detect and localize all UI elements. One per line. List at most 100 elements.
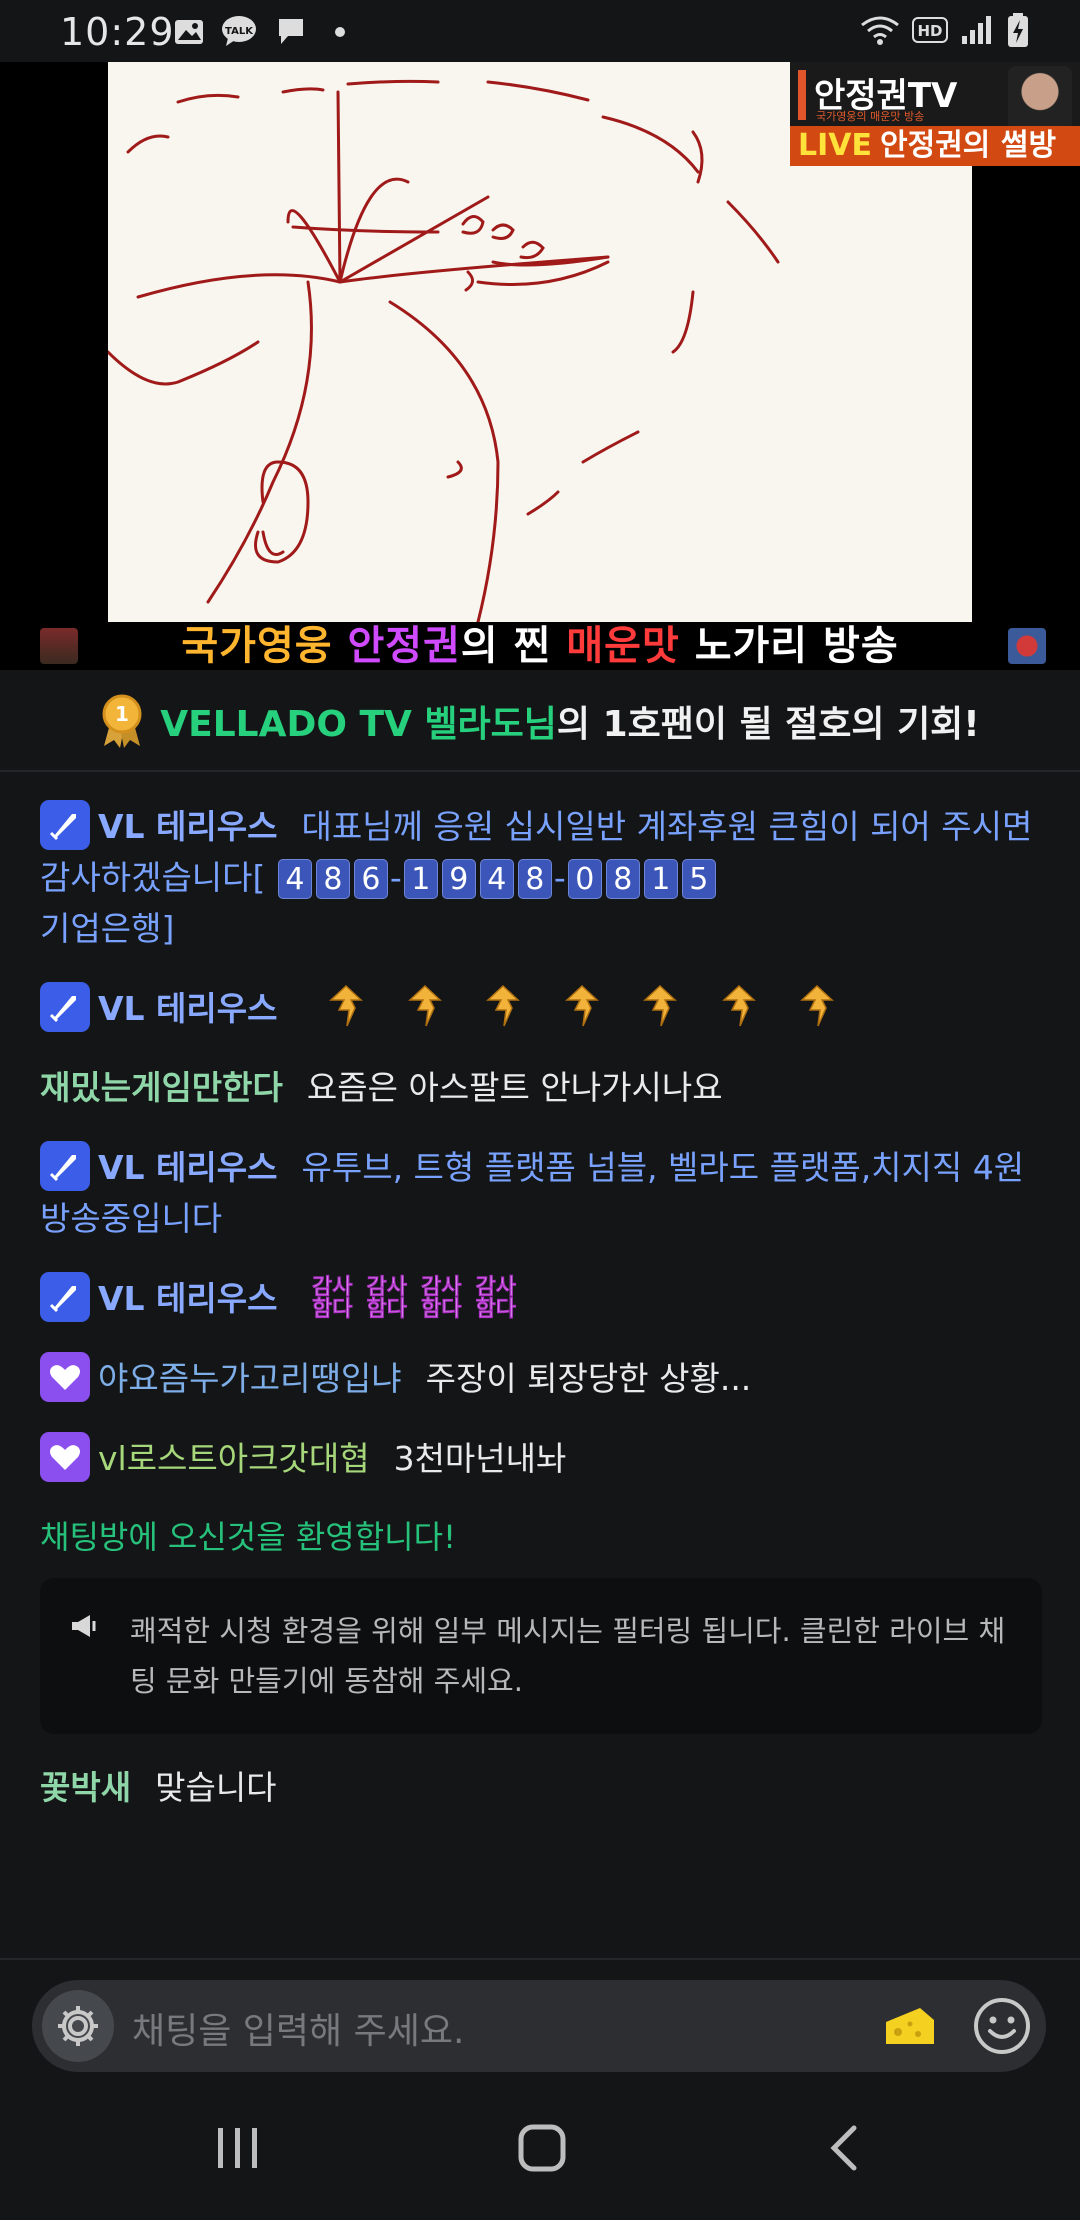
- promo-highlight: VELLADO TV 벨라도님: [160, 704, 557, 745]
- chat-nickname[interactable]: VL 테리우스: [98, 989, 278, 1028]
- lightning-emote-icon: [721, 984, 756, 1027]
- welcome-message: 채팅방에 오신것을 환영합니다!: [40, 1518, 456, 1556]
- thanks-emote-bottom: 함다: [312, 1297, 353, 1322]
- digit: 8: [605, 859, 640, 899]
- chat-list: VL 테리우스 대표님께 응원 십시일반 계좌후원 큰힘이 되어 주시면 감사하겠…: [40, 800, 1042, 1841]
- signal-icon: [962, 16, 991, 44]
- emoji-icon[interactable]: [972, 1996, 1032, 2056]
- live-label: LIVE: [798, 128, 872, 163]
- thanks-emote: 감사 함다: [420, 1276, 462, 1322]
- sword-badge-icon: [40, 1141, 90, 1191]
- recent-apps-icon[interactable]: [216, 2124, 260, 2170]
- thanks-emote-bottom: 함다: [366, 1297, 407, 1322]
- chat-input-bar[interactable]: 채팅을 입력해 주세요.: [32, 1980, 1046, 2072]
- digit: 6: [353, 859, 388, 899]
- caption-part-1: 국가영웅: [181, 623, 333, 669]
- chat-message: VL 테리우스 대표님께 응원 십시일반 계좌후원 큰힘이 되어 주시면 감사하겠…: [40, 800, 1040, 954]
- thanks-emote: 감사 함다: [366, 1276, 407, 1322]
- digit: 8: [517, 859, 552, 899]
- chat-message: 재밌는게임만한다 요즘은 아스팔트 안나가시나요: [40, 1062, 1040, 1113]
- sword-badge-icon: [40, 800, 90, 850]
- chat-message: VL 테리우스: [40, 982, 1040, 1034]
- live-banner: LIVE 안정권의 썰방: [790, 126, 1080, 166]
- caption-part-3: 의 찐: [460, 623, 567, 669]
- medal-icon: 1: [102, 694, 142, 748]
- gear-icon: [58, 2006, 98, 2046]
- wifi-icon: [861, 16, 899, 45]
- lightning-emote-icon: [643, 984, 677, 1027]
- status-time: 10:29: [60, 10, 175, 54]
- svg-text:TALK: TALK: [225, 26, 254, 37]
- stream-caption: 국가영웅 안정권의 찐 매운맛 노가리 방송: [0, 622, 1080, 670]
- sword-badge-icon: [40, 982, 90, 1032]
- svg-text:1: 1: [115, 702, 129, 726]
- dot-icon: [335, 27, 345, 37]
- gallery-icon: [175, 20, 203, 44]
- digit: 5: [681, 859, 716, 899]
- caption-part-4: 매운맛: [566, 623, 680, 669]
- lightning-emote-icon: [407, 984, 442, 1027]
- promo-banner[interactable]: 1 VELLADO TV 벨라도님 의 1호팬이 될 절호의 기회!: [0, 672, 1080, 772]
- lightning-emote-icon: [564, 984, 599, 1027]
- promo-text: 의 1호팬이 될 절호의 기회!: [556, 704, 980, 745]
- thanks-emote: 감사 함다: [312, 1276, 353, 1322]
- lightning-emote-icon: [800, 984, 834, 1027]
- logo-subtitle: 국가영웅의 매운맛 방송: [816, 110, 925, 123]
- digit: 4: [479, 859, 514, 899]
- battery-icon: [1008, 13, 1028, 47]
- chat-text: 요즘은 아스팔트 안나가시나요: [306, 1068, 723, 1107]
- digit: 8: [315, 859, 350, 899]
- chat-message: VL 테리우스 유투브, 트형 플랫폼 넘블, 벨라도 플랫폼,치지직 4원 방송…: [40, 1141, 1040, 1244]
- hd-icon: HD: [912, 17, 948, 43]
- back-icon[interactable]: [826, 2124, 860, 2172]
- chat-message: 야요즘누가고리땡입냐 주장이 퇴장당한 상황...: [40, 1352, 1040, 1404]
- message-icon: [279, 19, 303, 44]
- chat-text: 주장이 퇴장당한 상황...: [425, 1359, 752, 1398]
- system-nav-bar: [0, 2082, 1080, 2220]
- emote-row: [312, 984, 851, 1028]
- logo-accent: [798, 70, 806, 120]
- live-title: 안정권의 썰방: [880, 128, 1057, 163]
- heart-badge-icon: [40, 1432, 90, 1482]
- caption-part-2: 안정권: [347, 623, 461, 669]
- lightning-emote-icon: [329, 984, 363, 1027]
- sword-badge-icon: [40, 1272, 90, 1322]
- heart-badge-icon: [40, 1352, 90, 1402]
- thanks-emote-bottom: 함다: [420, 1297, 462, 1322]
- settings-button[interactable]: [42, 1990, 114, 2062]
- chat-input[interactable]: 채팅을 입력해 주세요.: [132, 2002, 464, 2054]
- chat-nickname[interactable]: VL 테리우스: [98, 1279, 278, 1318]
- chat-nickname[interactable]: VL 테리우스: [98, 807, 278, 846]
- channel-logo: 안정권TV 국가영웅의 매운맛 방송 LIVE 안정권의 썰방: [790, 62, 1080, 166]
- chat-text: 맞습니다: [155, 1768, 277, 1807]
- chat-message: vl로스트아크갓대협 3천마넌내놔: [40, 1432, 1040, 1484]
- chat-nickname[interactable]: 야요즘누가고리땡입냐: [98, 1359, 402, 1398]
- cheese-icon[interactable]: [884, 2004, 936, 2046]
- thanks-emote: 감사 함다: [475, 1276, 516, 1322]
- status-bar: 10:29 TALK HD: [0, 0, 1080, 64]
- streamer-photo: [1008, 66, 1072, 130]
- digit: 4: [277, 859, 312, 899]
- chat-text-cont: 기업은행]: [40, 909, 175, 948]
- chat-message: VL 테리우스 감사 함다 감사 함다 감사 함다 감사 함다: [40, 1272, 1040, 1324]
- thanks-emote-bottom: 함다: [475, 1297, 516, 1322]
- chat-notice: 쾌적한 시청 환경을 위해 일부 메시지는 필터링 됩니다. 클린한 라이브 채…: [40, 1578, 1042, 1734]
- digit: 1: [643, 859, 678, 899]
- notice-text: 쾌적한 시청 환경을 위해 일부 메시지는 필터링 됩니다. 클린한 라이브 채…: [130, 1614, 1006, 1698]
- home-icon[interactable]: [518, 2124, 566, 2172]
- lightning-emote-icon: [486, 984, 520, 1027]
- chat-input-area: 채팅을 입력해 주세요.: [0, 1958, 1080, 2082]
- chat-nickname[interactable]: VL 테리우스: [98, 1148, 278, 1187]
- video-player[interactable]: 안정권TV 국가영웅의 매운맛 방송 LIVE 안정권의 썰방 국가영웅 안정권의…: [0, 62, 1080, 670]
- chat-nickname[interactable]: 재밌는게임만한다: [40, 1068, 283, 1107]
- digit: 1: [403, 859, 438, 899]
- chat-text: 3천마넌내놔: [393, 1439, 567, 1478]
- chat-nickname[interactable]: vl로스트아크갓대협: [98, 1439, 370, 1478]
- chat-nickname[interactable]: 꽃박새: [40, 1768, 131, 1807]
- account-digits: 486-1948-0815: [276, 858, 718, 899]
- digit: 9: [441, 859, 476, 899]
- caption-part-5: 노가리 방송: [679, 623, 899, 669]
- chat-message: 꽃박새 맞습니다: [40, 1762, 1040, 1813]
- talk-icon: TALK: [222, 16, 256, 46]
- svg-text:HD: HD: [917, 22, 942, 40]
